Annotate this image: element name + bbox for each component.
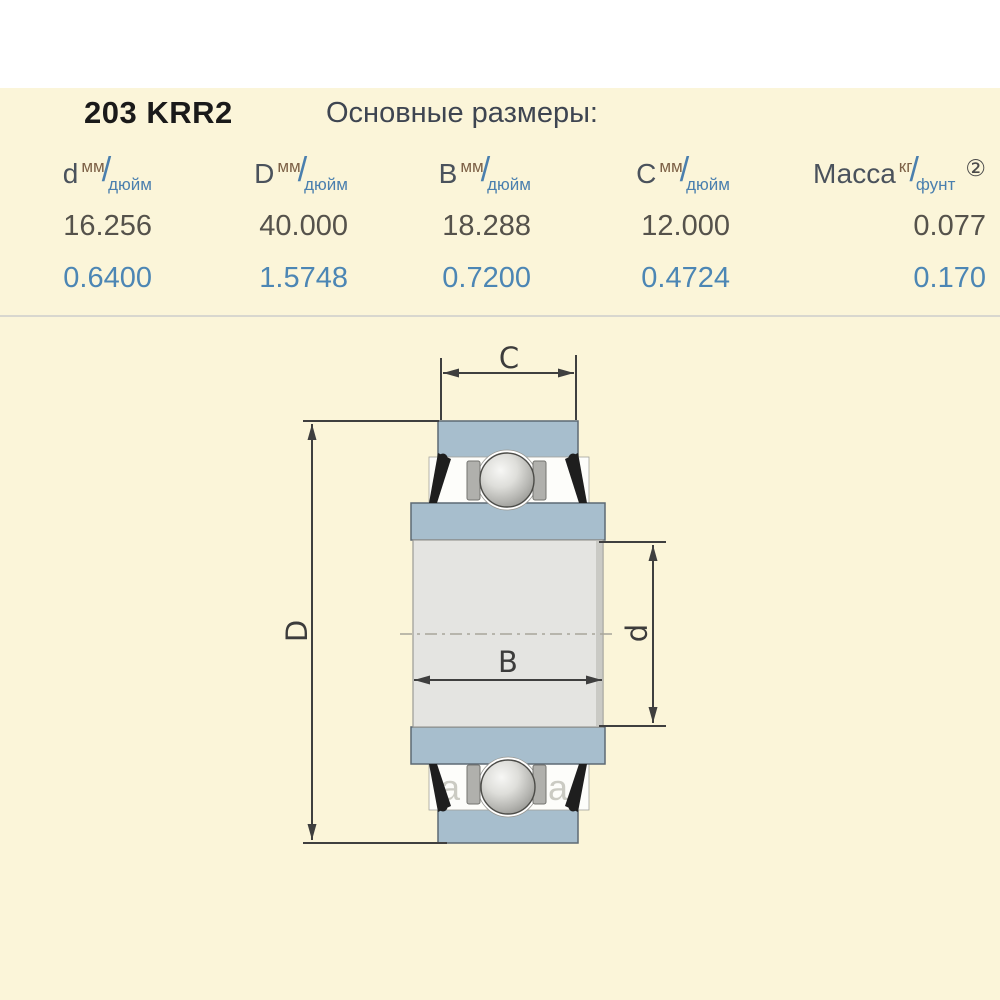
- dim-label-D: D: [280, 620, 314, 642]
- arrowhead: [558, 369, 574, 378]
- arrowhead: [308, 824, 317, 840]
- ball-top: [480, 453, 534, 507]
- arrowhead: [308, 424, 317, 440]
- bearing-cross-section-drawing: a a: [0, 0, 1000, 1000]
- arrowhead: [649, 707, 658, 723]
- watermark-letter: a: [548, 767, 569, 808]
- cage-segment: [467, 765, 480, 804]
- cage-segment: [467, 461, 480, 500]
- bearing-spec-page: 203 KRR2 Основные размеры: dмм/дюйм Dмм/…: [0, 0, 1000, 1000]
- dim-label-C: C: [499, 341, 519, 375]
- arrowhead: [649, 545, 658, 561]
- dim-label-d: d: [620, 624, 654, 642]
- dim-label-B: B: [498, 645, 518, 679]
- ball-bottom: [481, 760, 535, 814]
- arrowhead: [443, 369, 459, 378]
- cage-segment: [533, 461, 546, 500]
